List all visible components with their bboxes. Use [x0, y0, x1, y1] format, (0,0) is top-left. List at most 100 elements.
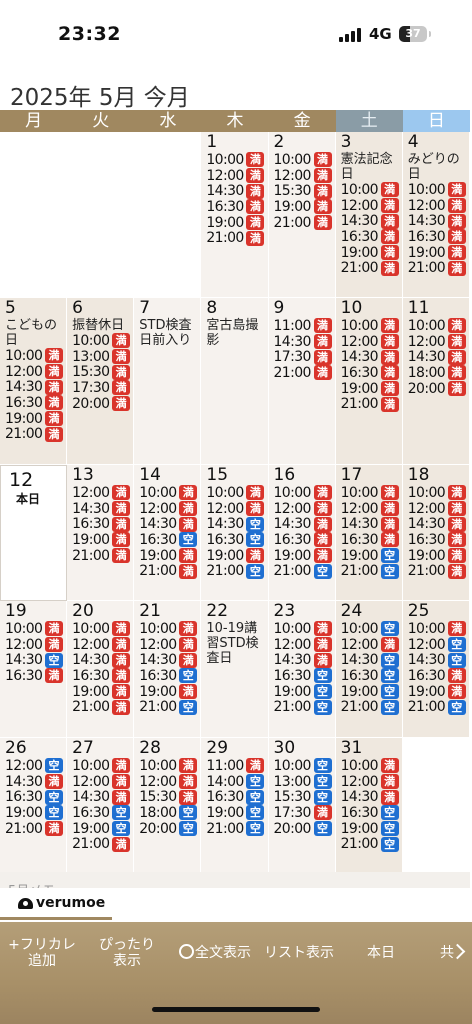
time-slot[interactable]: 14:30 空 — [5, 652, 66, 668]
time-slot[interactable]: 13:00 満 — [72, 349, 133, 365]
calendar-day-cell[interactable]: 23 10:00 満 12:00 満 14:30 満 16:30 空 19:00 空 21:00 空 — [268, 601, 336, 738]
time-slot[interactable]: 19:00 満 — [341, 245, 402, 261]
time-slot[interactable]: 21:00 空 — [274, 699, 335, 715]
time-slot[interactable]: 21:00 満 — [72, 699, 133, 715]
calendar-day-cell[interactable]: 28 10:00 満 12:00 満 15:30 満 18:00 空 20:00 空 — [134, 738, 202, 874]
time-slot[interactable]: 12:00 満 — [206, 501, 267, 517]
time-slot[interactable]: 21:00 満 — [72, 836, 133, 852]
time-slot[interactable]: 10:00 満 — [5, 621, 66, 637]
time-slot[interactable]: 12:00 満 — [72, 637, 133, 653]
time-slot[interactable]: 12:00 満 — [341, 774, 402, 790]
time-slot[interactable]: 14:30 空 — [206, 516, 267, 532]
time-slot[interactable]: 12:00 満 — [206, 168, 267, 184]
time-slot[interactable]: 15:30 満 — [72, 364, 133, 380]
calendar-day-cell[interactable]: 27 10:00 満 12:00 満 14:30 満 16:30 空 19:00 空 21:00 満 — [67, 738, 135, 874]
time-slot[interactable]: 14:30 満 — [139, 516, 200, 532]
time-slot[interactable]: 16:30 空 — [341, 668, 402, 684]
time-slot[interactable]: 10:00 満 — [341, 318, 402, 334]
time-slot[interactable]: 19:00 満 — [206, 215, 267, 231]
time-slot[interactable]: 10:00 空 — [341, 621, 402, 637]
time-slot[interactable]: 10:00 満 — [5, 348, 66, 364]
time-slot[interactable]: 17:30 満 — [274, 805, 335, 821]
calendar-day-cell[interactable]: 21 10:00 満 12:00 満 14:30 満 16:30 空 19:00 満 21:00 空 — [134, 601, 202, 738]
time-slot[interactable]: 10:00 満 — [72, 758, 133, 774]
time-slot[interactable]: 21:00 空 — [341, 699, 402, 715]
calendar-day-cell[interactable]: 13 12:00 満 14:30 満 16:30 満 19:00 満 21:00 満 — [67, 465, 135, 601]
calendar-day-today[interactable]: 12 本日 — [0, 465, 68, 601]
time-slot[interactable]: 16:30 満 — [206, 199, 267, 215]
time-slot[interactable]: 19:00 空 — [341, 548, 402, 564]
time-slot[interactable]: 14:30 満 — [341, 213, 402, 229]
time-slot[interactable]: 19:00 満 — [139, 684, 200, 700]
time-slot[interactable]: 21:00 満 — [341, 260, 402, 276]
time-slot[interactable]: 14:30 空 — [408, 652, 469, 668]
time-slot[interactable]: 21:00 満 — [206, 230, 267, 246]
time-slot[interactable]: 18:00 空 — [139, 805, 200, 821]
time-slot[interactable]: 12:00 空 — [408, 637, 469, 653]
time-slot[interactable]: 12:00 満 — [341, 198, 402, 214]
time-slot[interactable]: 12:00 満 — [274, 637, 335, 653]
time-slot[interactable]: 10:00 満 — [341, 182, 402, 198]
calendar-day-cell[interactable]: 25 10:00 満 12:00 空 14:30 空 16:30 満 19:00 満 21:00 空 — [402, 601, 470, 738]
time-slot[interactable]: 21:00 満 — [274, 365, 335, 381]
time-slot[interactable]: 19:00 満 — [5, 411, 66, 427]
time-slot[interactable]: 14:30 満 — [5, 379, 66, 395]
time-slot[interactable]: 20:00 空 — [139, 821, 200, 837]
time-slot[interactable]: 19:00 満 — [408, 245, 469, 261]
time-slot[interactable]: 12:00 満 — [72, 774, 133, 790]
time-slot[interactable]: 21:00 満 — [408, 563, 469, 579]
calendar-day-cell[interactable]: 17 10:00 満 12:00 満 14:30 満 16:30 満 19:00 空 21:00 空 — [335, 465, 403, 601]
time-slot[interactable]: 14:30 満 — [274, 516, 335, 532]
time-slot[interactable]: 15:30 満 — [139, 789, 200, 805]
time-slot[interactable]: 15:30 空 — [274, 789, 335, 805]
calendar-day-cell[interactable]: 2 10:00 満 12:00 満 15:30 満 19:00 満 21:00 満 — [268, 132, 336, 298]
time-slot[interactable]: 10:00 満 — [72, 333, 133, 349]
time-slot[interactable]: 12:00 満 — [139, 501, 200, 517]
time-slot[interactable]: 19:00 満 — [274, 548, 335, 564]
list-view-button[interactable]: リスト表示 — [258, 945, 340, 961]
time-slot[interactable]: 21:00 空 — [341, 563, 402, 579]
time-slot[interactable]: 10:00 満 — [274, 485, 335, 501]
calendar-day-cell[interactable]: 1 10:00 満 12:00 満 14:30 満 16:30 満 19:00 満 21:00 満 — [201, 132, 269, 298]
time-slot[interactable]: 15:30 満 — [274, 183, 335, 199]
time-slot[interactable]: 19:00 空 — [72, 821, 133, 837]
time-slot[interactable]: 14:30 満 — [206, 183, 267, 199]
time-slot[interactable]: 19:00 空 — [274, 684, 335, 700]
time-slot[interactable]: 19:00 空 — [341, 684, 402, 700]
time-slot[interactable]: 11:00 満 — [274, 318, 335, 334]
time-slot[interactable]: 14:30 満 — [341, 789, 402, 805]
time-slot[interactable]: 16:30 満 — [274, 532, 335, 548]
time-slot[interactable]: 14:00 空 — [206, 774, 267, 790]
time-slot[interactable]: 12:00 空 — [5, 758, 66, 774]
calendar-day-cell[interactable]: 16 10:00 満 12:00 満 14:30 満 16:30 満 19:00 満 21:00 空 — [268, 465, 336, 601]
fulltext-view-button[interactable]: 全文表示 — [172, 943, 258, 961]
time-slot[interactable]: 16:30 満 — [341, 229, 402, 245]
time-slot[interactable]: 14:30 満 — [341, 349, 402, 365]
time-slot[interactable]: 21:00 満 — [139, 563, 200, 579]
time-slot[interactable]: 11:00 満 — [206, 758, 267, 774]
time-slot[interactable]: 17:30 満 — [72, 380, 133, 396]
time-slot[interactable]: 19:00 満 — [139, 548, 200, 564]
time-slot[interactable]: 14:30 満 — [408, 213, 469, 229]
time-slot[interactable]: 19:00 満 — [72, 532, 133, 548]
calendar-day-cell[interactable]: 18 10:00 満 12:00 満 14:30 満 16:30 満 19:00 満 21:00 満 — [402, 465, 470, 601]
time-slot[interactable]: 10:00 満 — [274, 152, 335, 168]
time-slot[interactable]: 12:00 満 — [408, 501, 469, 517]
time-slot[interactable]: 20:00 空 — [274, 821, 335, 837]
time-slot[interactable]: 21:00 満 — [5, 821, 66, 837]
time-slot[interactable]: 10:00 満 — [206, 485, 267, 501]
add-free-calendar-button[interactable]: +フリカレ 追加 — [4, 937, 80, 969]
time-slot[interactable]: 12:00 満 — [274, 168, 335, 184]
time-slot[interactable]: 17:30 満 — [274, 349, 335, 365]
calendar-day-cell[interactable]: 5 こどもの日 10:00 満 12:00 満 14:30 満 16:30 満 19:00 満 21:0… — [0, 298, 68, 465]
time-slot[interactable]: 14:30 満 — [139, 652, 200, 668]
calendar-day-cell[interactable]: 7 STD検査日前入り — [134, 298, 202, 465]
time-slot[interactable]: 16:30 空 — [5, 789, 66, 805]
time-slot[interactable]: 16:30 満 — [408, 229, 469, 245]
calendar-day-cell[interactable]: 31 10:00 満 12:00 満 14:30 満 16:30 空 19:00 空 21:00 空 — [335, 738, 403, 874]
time-slot[interactable]: 21:00 空 — [206, 821, 267, 837]
time-slot[interactable]: 16:30 満 — [72, 516, 133, 532]
time-slot[interactable]: 14:30 満 — [72, 652, 133, 668]
time-slot[interactable]: 12:00 満 — [139, 637, 200, 653]
calendar-day-cell[interactable]: 20 10:00 満 12:00 満 14:30 満 16:30 満 19:00 満 21:00 満 — [67, 601, 135, 738]
